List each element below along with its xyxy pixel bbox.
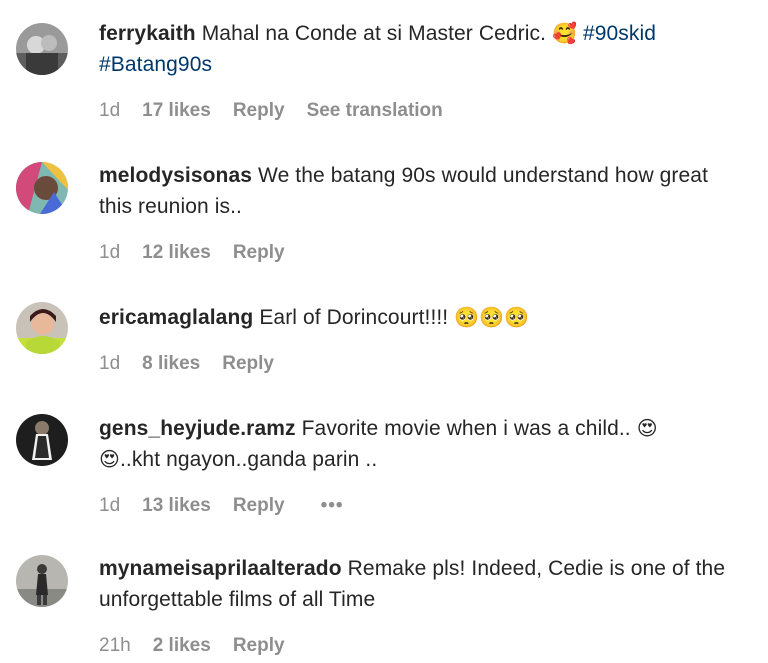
likes-count-button[interactable]: 12 likes bbox=[142, 240, 211, 266]
comment-meta: 1d 13 likes Reply ••• bbox=[99, 493, 739, 519]
user-avatar-icon bbox=[16, 302, 68, 354]
comment-time[interactable]: 21h bbox=[99, 633, 131, 659]
reply-button[interactable]: Reply bbox=[222, 351, 274, 377]
comment-username[interactable]: mynameisaprilaalterado bbox=[99, 557, 342, 580]
avatar[interactable] bbox=[16, 162, 68, 214]
see-translation-button[interactable]: See translation bbox=[307, 98, 443, 124]
user-avatar-icon bbox=[16, 23, 68, 75]
heart-eyes-emoji: 😍 bbox=[636, 416, 658, 440]
comment-meta: 1d 8 likes Reply bbox=[99, 351, 739, 377]
smiling-hearts-emoji: 🥰 bbox=[551, 21, 577, 45]
likes-count-button[interactable]: 13 likes bbox=[142, 493, 211, 519]
avatar[interactable] bbox=[16, 414, 68, 466]
comment-text: ericamaglalang Earl of Dorincourt!!!! 🥺🥺🥺 bbox=[99, 302, 739, 333]
comment-username[interactable]: melodysisonas bbox=[99, 164, 252, 187]
user-avatar-icon bbox=[16, 414, 68, 466]
reply-button[interactable]: Reply bbox=[233, 633, 285, 659]
avatar[interactable] bbox=[16, 302, 68, 354]
likes-count-button[interactable]: 8 likes bbox=[142, 351, 200, 377]
user-avatar-icon bbox=[16, 555, 68, 607]
hashtag-link[interactable]: #90skid bbox=[583, 22, 656, 45]
comment-meta: 1d 12 likes Reply bbox=[99, 240, 739, 266]
comment-time[interactable]: 1d bbox=[99, 240, 120, 266]
comment-text: ferrykaith Mahal na Conde at si Master Ce… bbox=[99, 18, 739, 80]
heart-eyes-emoji: 😍 bbox=[99, 447, 120, 471]
hashtag-link[interactable]: #Batang90s bbox=[99, 53, 212, 76]
comment-username[interactable]: ferrykaith bbox=[99, 22, 196, 45]
comment-body: Earl of Dorincourt!!!! bbox=[259, 306, 449, 329]
comment-time[interactable]: 1d bbox=[99, 98, 120, 124]
reply-button[interactable]: Reply bbox=[233, 240, 285, 266]
likes-count-button[interactable]: 2 likes bbox=[153, 633, 211, 659]
reply-button[interactable]: Reply bbox=[233, 493, 285, 519]
comment-body: Mahal na Conde at si Master Cedric. bbox=[201, 22, 547, 45]
avatar[interactable] bbox=[16, 23, 68, 75]
avatar[interactable] bbox=[16, 555, 68, 607]
user-avatar-icon bbox=[16, 162, 68, 214]
comment-text: melodysisonas We the batang 90s would und… bbox=[99, 160, 739, 222]
comment-meta: 1d 17 likes Reply See translation bbox=[99, 98, 739, 124]
comment-text: gens_heyjude.ramz Favorite movie when i w… bbox=[99, 413, 739, 475]
comment-text: mynameisaprilaalterado Remake pls! Indeed… bbox=[99, 553, 739, 615]
comment-time[interactable]: 1d bbox=[99, 493, 120, 519]
comment-time[interactable]: 1d bbox=[99, 351, 120, 377]
reply-button[interactable]: Reply bbox=[233, 98, 285, 124]
likes-count-button[interactable]: 17 likes bbox=[142, 98, 211, 124]
comment-username[interactable]: gens_heyjude.ramz bbox=[99, 417, 296, 440]
more-options-icon[interactable]: ••• bbox=[321, 493, 344, 519]
pleading-face-emoji: 🥺🥺🥺 bbox=[454, 305, 530, 329]
comment-body-continued: ..kht ngayon..ganda parin .. bbox=[119, 448, 378, 471]
comment-username[interactable]: ericamaglalang bbox=[99, 306, 253, 329]
comment-body: Favorite movie when i was a child.. bbox=[301, 417, 631, 440]
comment-meta: 21h 2 likes Reply bbox=[99, 633, 739, 659]
